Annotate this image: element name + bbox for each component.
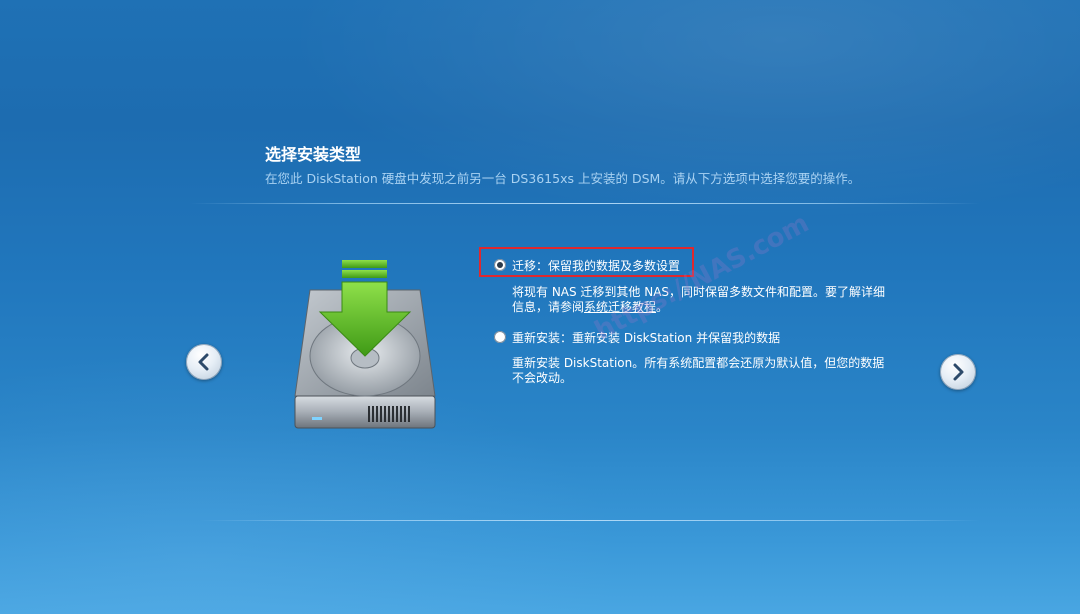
migrate-description-line: 信息，请参阅系统迁移教程。	[512, 300, 902, 315]
page-title: 选择安装类型	[265, 145, 362, 164]
migrate-description-prefix: 信息，请参阅	[512, 300, 585, 314]
migrate-option-label[interactable]: 迁移：保留我的数据及多数设置	[512, 257, 680, 274]
migrate-description-line: 将现有 NAS 迁移到其他 NAS，同时保留多数文件和配置。要了解详细	[512, 285, 886, 299]
page-subtitle: 在您此 DiskStation 硬盘中发现之前另一台 DS3615xs 上安装的…	[265, 171, 861, 186]
next-button[interactable]	[940, 354, 976, 390]
reinstall-radio[interactable]	[494, 331, 506, 343]
hard-drive-download-icon	[290, 256, 440, 436]
reinstall-description: 重新安装 DiskStation。所有系统配置都会还原为默认值，但您的数据 不会…	[512, 356, 902, 386]
chevron-right-icon	[953, 363, 964, 381]
reinstall-description-line: 不会改动。	[512, 371, 573, 385]
bottom-divider	[200, 520, 980, 521]
previous-button[interactable]	[186, 344, 222, 380]
migration-tutorial-link[interactable]: 系统迁移教程	[584, 300, 656, 314]
migrate-description: 将现有 NAS 迁移到其他 NAS，同时保留多数文件和配置。要了解详细 信息，请…	[512, 285, 902, 315]
watermark: https://NAS.com	[590, 208, 814, 347]
migrate-radio[interactable]	[494, 259, 506, 271]
reinstall-option-label[interactable]: 重新安装：重新安装 DiskStation 并保留我的数据	[512, 329, 780, 346]
top-divider	[190, 203, 980, 204]
reinstall-description-line: 重新安装 DiskStation。所有系统配置都会还原为默认值，但您的数据	[512, 356, 885, 370]
migrate-description-suffix: 。	[656, 300, 669, 314]
chevron-left-icon	[198, 353, 209, 371]
